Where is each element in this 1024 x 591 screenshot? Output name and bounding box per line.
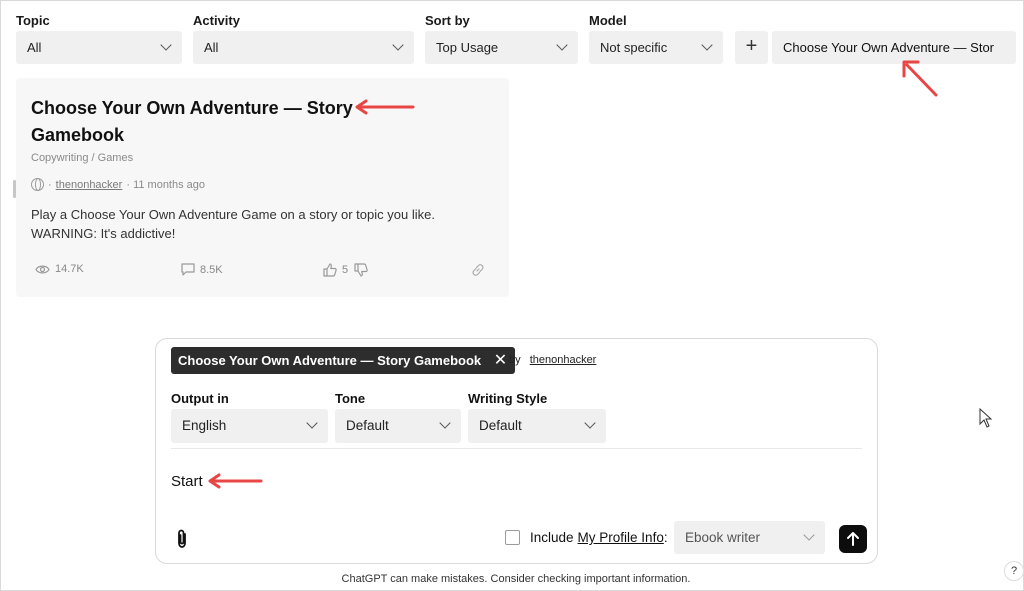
card-meta: · thenonhacker · 11 months ago [31,178,205,191]
chevron-down-icon [584,417,596,429]
help-button[interactable]: ? [1004,561,1024,581]
writing-style-select[interactable]: Default [468,409,606,443]
views-count: 14.7K [55,263,84,275]
model-label: Model [589,13,627,28]
activity-filter: Activity All [193,13,414,64]
filter-bar: Topic All Activity All Sort by Top Usage… [16,13,1016,65]
style-value: Default [479,418,522,433]
topic-label: Topic [16,13,50,28]
annotation-arrow-icon [902,60,938,97]
paperclip-icon[interactable] [174,529,190,549]
model-select[interactable]: Not specific [589,31,723,64]
topic-filter: Topic All [16,13,182,64]
chevron-down-icon [160,39,172,51]
output-value: English [182,418,227,433]
tone-option: Tone Default [335,391,461,443]
prompt-author: by thenonhacker [509,354,596,366]
sort-filter: Sort by Top Usage [425,13,578,64]
chip-label: Choose Your Own Adventure — Story Gamebo… [178,353,482,368]
output-language-option: Output in English [171,391,328,443]
selected-prompt-chip: Choose Your Own Adventure — Story Gamebo… [171,347,516,374]
include-profile-checkbox[interactable] [505,530,520,545]
sort-select[interactable]: Top Usage [425,31,578,64]
model-value: Not specific [600,40,668,55]
comments-count: 8.5K [200,263,223,276]
prompt-card[interactable]: Choose Your Own Adventure — Story Gamebo… [16,78,509,297]
profile-info-link[interactable]: My Profile Info [578,530,664,545]
comment-icon [181,263,195,276]
persona-value: Ebook writer [685,530,761,545]
author-link[interactable]: thenonhacker [56,179,123,191]
sort-value: Top Usage [436,40,499,55]
meta-separator: · [48,178,52,191]
chevron-down-icon [556,39,568,51]
votes-count: 5 [342,264,349,276]
card-timestamp: · 11 months ago [126,178,206,191]
composer-divider [171,448,862,449]
thumbs-up-icon[interactable] [323,263,337,277]
annotation-arrow-icon [355,99,415,115]
prompt-composer: Choose Your Own Adventure — Story Gamebo… [155,338,878,564]
tone-select[interactable]: Default [335,409,461,443]
comments-stat: 8.5K [181,263,223,276]
close-icon[interactable]: ✕ [494,347,507,374]
search-input[interactable]: Choose Your Own Adventure — Stor [772,31,1016,64]
add-button[interactable]: + [735,31,768,64]
activity-value: All [204,40,219,55]
disclaimer-text: ChatGPT can make mistakes. Consider chec… [341,573,691,585]
arrow-up-icon [847,532,859,546]
writing-style-option: Writing Style Default [468,391,606,443]
style-label: Writing Style [468,391,548,406]
views-stat: 14.7K [35,263,84,275]
votes-stat: 5 [323,263,373,277]
topic-value: All [27,40,42,55]
model-filter: Model Not specific [589,13,723,64]
annotation-arrow-icon [208,473,263,489]
eye-icon [35,265,50,273]
thumbs-down-icon[interactable] [354,263,368,277]
tone-value: Default [346,418,389,433]
prompt-input[interactable]: Start [171,473,203,490]
activity-label: Activity [193,13,240,28]
output-label: Output in [171,391,229,406]
card-description: Play a Choose Your Own Adventure Game on… [31,207,435,241]
copy-link-button[interactable] [471,263,490,277]
chevron-down-icon [392,39,404,51]
include-profile-option: Include My Profile Info : [505,530,668,545]
chevron-down-icon [701,39,713,51]
author-link[interactable]: thenonhacker [530,354,597,366]
sort-label: Sort by [425,13,470,28]
send-button[interactable] [839,525,867,553]
tone-label: Tone [335,391,366,406]
link-icon [472,264,484,276]
activity-select[interactable]: All [193,31,414,64]
chevron-down-icon [803,529,815,541]
persona-select[interactable]: Ebook writer [674,521,825,554]
card-category: Copywriting / Games [31,152,134,164]
card-title[interactable]: Choose Your Own Adventure — Story Gamebo… [31,95,361,149]
by-label: by [509,354,521,366]
chevron-down-icon [306,417,318,429]
topic-select[interactable]: All [16,31,182,64]
include-prefix: Include [530,530,574,545]
chevron-down-icon [439,417,451,429]
mouse-cursor-icon [979,408,993,428]
card-stats: 14.7K 8.5K 5 [35,263,490,279]
globe-icon [31,178,44,191]
output-language-select[interactable]: English [171,409,328,443]
include-suffix: : [663,530,668,545]
